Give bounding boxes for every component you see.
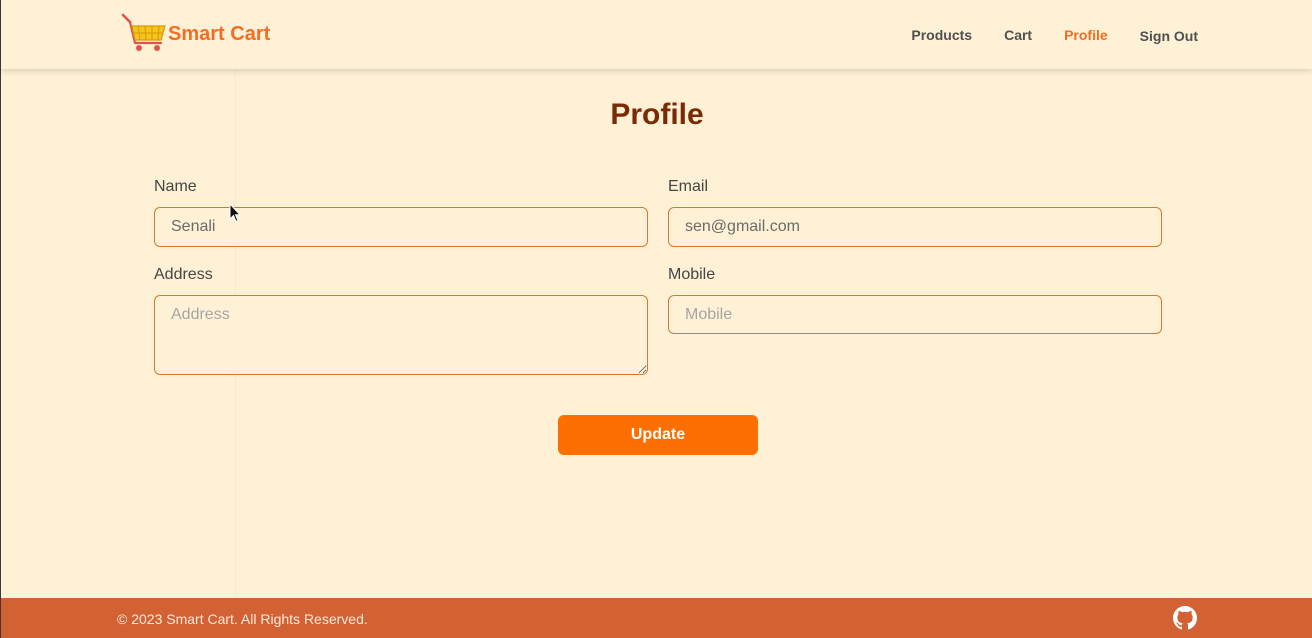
address-textarea[interactable] (154, 295, 648, 375)
email-input[interactable] (668, 207, 1162, 247)
copyright-text: © 2023 Smart Cart. All Rights Reserved. (117, 611, 368, 627)
nav-cart[interactable]: Cart (1004, 27, 1032, 43)
footer: © 2023 Smart Cart. All Rights Reserved. (1, 598, 1312, 638)
nav-products[interactable]: Products (911, 27, 972, 43)
email-label: Email (668, 178, 709, 195)
nav-profile[interactable]: Profile (1064, 27, 1108, 43)
address-label: Address (154, 266, 213, 283)
navbar: Smart Cart Products Cart Profile Sign Ou… (1, 0, 1312, 69)
main-nav: Products Cart Profile Sign Out (879, 0, 1198, 69)
app-window: Smart Cart Products Cart Profile Sign Ou… (0, 0, 1312, 638)
mobile-label: Mobile (668, 266, 716, 283)
shopping-cart-icon (121, 13, 166, 51)
page-title: Profile (610, 98, 704, 131)
update-button[interactable]: Update (558, 415, 758, 455)
nav-sign-out[interactable]: Sign Out (1140, 28, 1198, 44)
github-icon[interactable] (1173, 606, 1197, 630)
brand-name: Smart Cart (168, 22, 271, 45)
mobile-input[interactable] (668, 295, 1162, 334)
brand-logo-link[interactable]: Smart Cart (121, 13, 270, 55)
name-input[interactable] (154, 207, 648, 247)
name-label: Name (154, 178, 197, 195)
